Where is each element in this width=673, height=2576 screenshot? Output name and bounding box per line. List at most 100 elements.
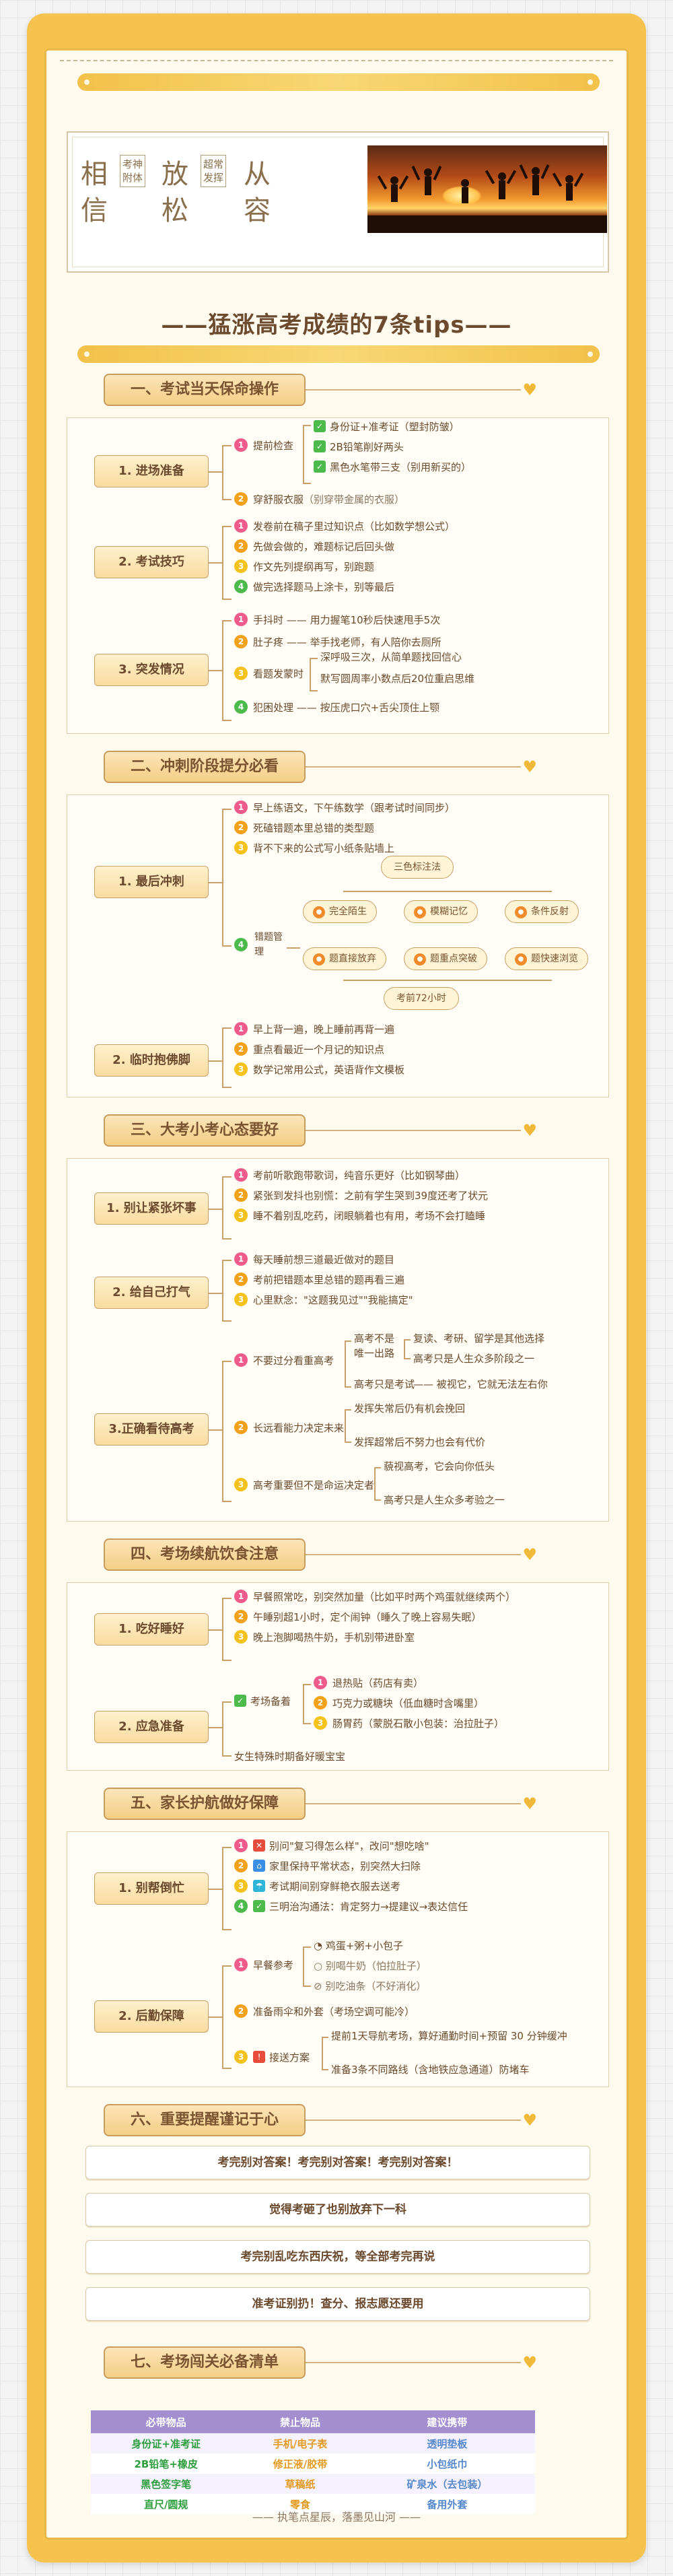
list-item: ✓ 身份证+准考证（塑封防皱） xyxy=(314,417,471,437)
list-item: ✓ 黑色水笔带三支（别用新买的） xyxy=(314,457,471,477)
connector xyxy=(343,980,552,981)
s5-g2-c: 接送方案 xyxy=(269,2052,310,2064)
s1-label-1: 1. 进场准备 xyxy=(94,455,209,487)
list-item: 2 午睡别超1小时，定个闹钟（睡久了晚上容易失眠） xyxy=(234,1607,516,1627)
s3-g3-i1a2: 高考只是人生众多阶段之一 xyxy=(413,1353,535,1365)
section-3-box: 1. 别让紧张坏事 1 考前听歌跑带歌词，纯音乐更好（比如钢琴曲） 2 紧张到发抖也… xyxy=(67,1158,609,1522)
connector xyxy=(209,1727,222,1728)
section-divider xyxy=(306,766,521,768)
cap-item: ● 完全陌生 xyxy=(303,900,377,923)
table-header: 建议携带 xyxy=(359,2410,535,2433)
reminder-4: 准考证别扔！查分、报志愿还要用 xyxy=(85,2287,590,2321)
section-divider xyxy=(306,1554,521,1555)
check-icon: ✓ xyxy=(314,440,326,452)
list-item: 2 紧张到发抖也别慌：之前有学生哭到39度还考了状元 xyxy=(234,1186,488,1206)
section-2-box: 1. 最后冲刺 1 早上练语文，下午练数学（跟考试时间同步） 2 死磕错题本里总错的… xyxy=(67,794,609,1097)
s5-label-2: 2. 后勤保障 xyxy=(94,2000,209,2033)
bracket xyxy=(374,1467,381,1501)
s3-g3-i3: 高考重要但不是命运决定者 xyxy=(253,1479,375,1491)
connector xyxy=(343,891,552,892)
connector xyxy=(287,947,300,949)
s1-g3-i1r: 用力握笔10秒后快速甩手5次 xyxy=(310,614,441,626)
s3-g3-i2: 长远看能力决定未来 xyxy=(253,1422,345,1434)
s4-label-2: 2. 应急准备 xyxy=(94,1711,209,1743)
section-7-title: 七、考场闯关必备清单 xyxy=(104,2346,306,2379)
s5-label-1: 1. 别帮倒忙 xyxy=(94,1872,209,1905)
s4-g2-b: 女生特殊时期备好暖宝宝 xyxy=(234,1751,346,1763)
connector xyxy=(209,882,222,883)
s4-label-1: 1. 吃好睡好 xyxy=(94,1613,209,1646)
reminder-2: 觉得考砸了也别放弃下一科 xyxy=(85,2193,590,2227)
hero-word-1: 相信 xyxy=(81,159,108,226)
s3-g3-i3a: 藐视高考，它会向你低头 xyxy=(384,1460,495,1472)
jumping-crowd-photo xyxy=(367,145,607,233)
bracket xyxy=(222,1260,232,1322)
section-4-title: 四、考场续航饮食注意 xyxy=(104,1538,306,1571)
bracket xyxy=(222,445,232,500)
heart-icon: ♥ xyxy=(522,1794,537,1813)
home-icon: ⌂ xyxy=(253,1860,265,1872)
list-item: 1 退热贴（药店有卖） xyxy=(314,1673,504,1693)
cap-item: ● 题直接放弃 xyxy=(303,947,386,970)
cap-item: ● 条件反射 xyxy=(505,900,579,923)
hero-vertical-box-2: 超常发挥 xyxy=(201,155,226,187)
table-header: 必带物品 xyxy=(91,2410,242,2433)
section-5-title: 五、家长护航做好保障 xyxy=(104,1788,306,1820)
s3-label-3: 3.正确看待高考 xyxy=(94,1413,209,1446)
section-4-box: 1. 吃好睡好 1 早餐照常吃，别突然加量（比如平时两个鸡蛋就继续两个） 2 午睡别… xyxy=(67,1582,609,1771)
s1-label-2: 2. 考试技巧 xyxy=(94,546,209,578)
s1-g3-i1: 手抖时 xyxy=(253,614,284,626)
s1-g3-i3: 看题发蒙时 xyxy=(253,668,304,680)
shirt-icon: ☂ xyxy=(253,1880,265,1892)
heart-icon: ♥ xyxy=(522,380,537,399)
table-row: 身份证+准考证 手机/电子表 透明垫板 xyxy=(91,2433,535,2453)
s2-bottom-cap: 考前72小时 xyxy=(384,987,459,1010)
connector xyxy=(209,1629,222,1631)
connector xyxy=(209,1060,222,1062)
section-5-box: 1. 别帮倒忙 1 ✕ 别问"复习得怎么样"，改问"想吃啥" 2 ⌂ 家里保持平常状态，… xyxy=(67,1831,609,2087)
list-item: 1 早上背一遍，晚上睡前再背一遍 xyxy=(234,1019,404,1040)
table-row: 2B铅笔+橡皮 修正液/胶带 小包纸巾 xyxy=(91,2453,535,2474)
section-6-title: 六、重要提醒谨记于心 xyxy=(104,2104,306,2136)
bracket xyxy=(222,1965,232,2069)
check-icon: ✓ xyxy=(253,1900,265,1912)
list-item: ⊘ 别吃油条（不好消化） xyxy=(314,1980,427,1992)
list-item: 2 巧克力或糖块（低血糖时含嘴里） xyxy=(314,1693,504,1714)
car-icon: ! xyxy=(253,2051,265,2063)
heart-icon: ♥ xyxy=(522,2111,537,2130)
cross-icon: ✕ xyxy=(253,1839,265,1852)
bracket xyxy=(222,1027,232,1088)
list-item: 2 考前把错题本里总错的题再看三遍 xyxy=(234,1270,413,1290)
list-item: 3 肠胃药（蒙脱石散小包装：治拉肚子） xyxy=(314,1714,504,1734)
bracket xyxy=(345,1341,351,1388)
bracket xyxy=(222,526,232,600)
list-item: 2 重点看最近一个月记的知识点 xyxy=(234,1040,404,1060)
footer-slogan: —— 执笔点星辰，落墨见山河 —— xyxy=(252,2511,421,2523)
cap-item: ● 模糊记忆 xyxy=(404,900,478,923)
s1-g1-b: 穿舒服衣服 xyxy=(253,494,304,506)
s1-label-3: 3. 突发情况 xyxy=(94,654,209,686)
section-2-header: 二、冲刺阶段提分必看 ♥ xyxy=(104,751,541,783)
bracket xyxy=(222,620,232,721)
s3-g3-i1: 不要过分看重高考 xyxy=(253,1355,334,1367)
top-decoration-bar xyxy=(77,73,600,91)
section-3-header: 三、大考小考心态要好 ♥ xyxy=(104,1114,541,1147)
list-item: 3 ☂ 考试期间别穿鲜艳衣服去送考 xyxy=(234,1876,468,1897)
heart-icon: ♥ xyxy=(522,1121,537,1140)
s3-g3-i1a1: 复读、考研、留学是其他选择 xyxy=(413,1332,545,1345)
list-item: 1 发卷前在稿子里过知识点（比如数学想公式） xyxy=(234,516,455,537)
bracket xyxy=(222,1176,232,1240)
s5-g2-c1: 提前1天导航考场，算好通勤时间+预留 30 分钟缓冲 xyxy=(331,2030,567,2042)
heart-icon: ♥ xyxy=(522,1545,537,1564)
s5-g2-a: 早餐参考 xyxy=(253,1959,294,1971)
list-item: 2 ⌂ 家里保持平常状态，别突然大扫除 xyxy=(234,1856,468,1876)
hero-word-2: 放松 xyxy=(162,159,188,226)
cap-item: ● 题重点突破 xyxy=(404,947,487,970)
list-item: 2 先做会做的，难题标记后回头做 xyxy=(234,537,455,557)
s1-g3-i3a: 深呼吸三次，从简单题找回信心 xyxy=(320,651,462,663)
silhouettes xyxy=(367,164,607,233)
connector xyxy=(209,670,222,671)
bracket xyxy=(345,1409,351,1443)
s2-label-2: 2. 临时抱佛脚 xyxy=(94,1044,209,1077)
s3-g3-i3b: 高考只是人生众多考验之一 xyxy=(384,1494,505,1506)
